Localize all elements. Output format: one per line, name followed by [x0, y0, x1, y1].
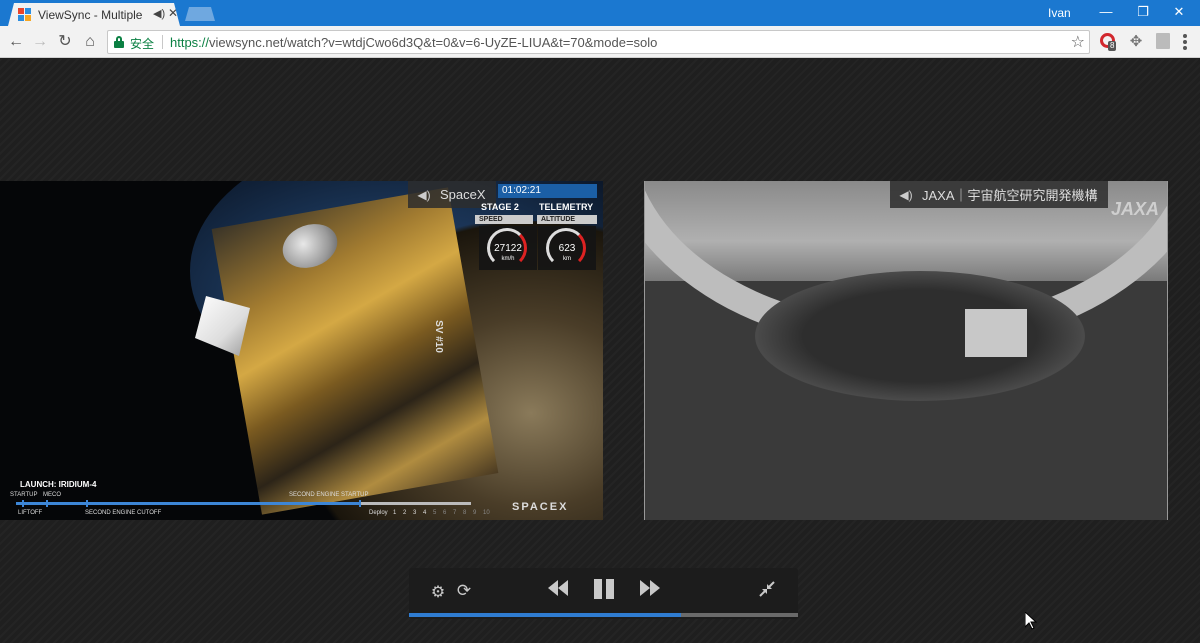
deploy-number: 9 — [473, 510, 477, 516]
satellite-body — [211, 187, 499, 515]
page-viewport: SV #10 ◀) SpaceX 01:02:21 STAGE 2 TELEME… — [0, 59, 1200, 643]
timeline-tick — [359, 500, 361, 507]
title-bar: ViewSync - Multiple ◀) ✕ Ivan — ❐ ✕ — [0, 0, 1200, 26]
speed-label: SPEED — [475, 215, 533, 224]
telemetry-panel: 01:02:21 STAGE 2 TELEMETRY SPEED ALTITUD… — [475, 184, 597, 272]
altitude-value: 623 — [558, 243, 576, 254]
close-tab-icon[interactable]: ✕ — [168, 6, 178, 20]
mission-timeline: STARTUP MECO SECOND ENGINE STARTUP LIFTO… — [0, 489, 490, 520]
url-scheme: https:// — [170, 35, 210, 50]
bookmark-star-icon[interactable]: ☆ — [1071, 32, 1085, 52]
deploy-number: 1 — [393, 510, 397, 516]
altitude-label: ALTITUDE — [537, 215, 597, 224]
mission-clock: 01:02:21 — [498, 184, 597, 198]
reload-button[interactable]: ↻ — [55, 32, 75, 52]
speed-gauge: 27122 km/h — [479, 226, 537, 270]
rewind-icon[interactable] — [545, 577, 571, 604]
timeline-progress — [16, 502, 361, 505]
telemetry-label: TELEMETRY — [539, 202, 594, 212]
home-button[interactable]: ⌂ — [80, 32, 100, 52]
launch-title: LAUNCH: IRIDIUM-4 — [20, 480, 97, 489]
stage-label: STAGE 2 — [481, 202, 519, 212]
timeline-label-deploy: Deploy — [369, 510, 388, 516]
back-button[interactable]: ← — [6, 32, 26, 52]
browser-menu-icon[interactable] — [1183, 34, 1187, 50]
document-extension-icon[interactable] — [1156, 33, 1170, 49]
volume-icon[interactable]: ◀) — [890, 188, 922, 202]
timeline-label-liftoff: LIFTOFF — [18, 510, 43, 516]
timeline-tick — [86, 500, 88, 507]
grapple-fixture — [965, 309, 1027, 357]
satellite-label: SV #10 — [432, 320, 444, 353]
lock-icon — [114, 36, 124, 48]
forward-button[interactable]: → — [30, 32, 50, 52]
altitude-unit: km — [563, 256, 571, 262]
address-bar[interactable]: 安全 https://viewsync.net/watch?v=wtdjCwo6… — [107, 30, 1090, 54]
browser-toolbar: ← → ↻ ⌂ 安全 https://viewsync.net/watch?v=… — [0, 26, 1200, 58]
timeline-tick — [46, 500, 48, 507]
speaker-icon[interactable]: ◀) — [153, 7, 165, 20]
opera-extension-icon[interactable]: 8 — [1100, 33, 1118, 51]
viewsync-favicon-icon — [18, 8, 32, 22]
deploy-number: 4 — [423, 510, 427, 516]
deploy-number: 2 — [403, 510, 407, 516]
collapse-icon[interactable] — [758, 581, 776, 602]
gear-icon[interactable]: ⚙ — [429, 582, 447, 602]
deploy-number: 7 — [453, 510, 457, 516]
url-text[interactable]: https://viewsync.net/watch?v=wtdjCwo6d3Q… — [170, 35, 657, 50]
deploy-number: 8 — [463, 510, 467, 516]
extension-badge: 8 — [1108, 41, 1117, 51]
video-source-tag-jaxa[interactable]: ◀) JAXA｜宇宙航空研究開発機構 — [890, 181, 1108, 208]
speed-value: 27122 — [494, 243, 522, 254]
move-extension-icon[interactable]: ✥ — [1127, 33, 1145, 51]
mouse-cursor-icon — [1025, 612, 1037, 630]
altitude-gauge: 623 km — [538, 226, 596, 270]
playback-progress-bar[interactable] — [409, 613, 798, 617]
video-player-spacex[interactable]: SV #10 ◀) SpaceX 01:02:21 STAGE 2 TELEME… — [0, 181, 603, 520]
deploy-number: 5 — [433, 510, 437, 516]
timeline-label-startup: STARTUP — [10, 492, 38, 498]
speed-unit: km/h — [501, 256, 515, 262]
deploy-number: 10 — [483, 510, 490, 516]
pause-icon[interactable] — [591, 576, 617, 607]
fast-forward-icon[interactable] — [637, 577, 663, 604]
url-path: viewsync.net/watch?v=wtdjCwo6d3Q&t=0&v=6… — [209, 35, 658, 50]
playback-controls: ⚙ ⟳ — [409, 568, 798, 619]
jaxa-logo: JAXA — [1110, 199, 1159, 219]
playback-progress-fill — [409, 613, 682, 617]
secure-label: 安全 — [130, 37, 155, 51]
video-source-label: JAXA｜宇宙航空研究開発機構 — [922, 188, 1098, 203]
close-window-button[interactable]: ✕ — [1156, 0, 1200, 26]
sync-icon[interactable]: ⟳ — [455, 581, 473, 601]
address-separator — [162, 35, 163, 49]
volume-icon[interactable]: ◀) — [408, 188, 440, 202]
deploy-number: 6 — [443, 510, 447, 516]
timeline-tick — [22, 500, 24, 507]
deploy-number: 3 — [413, 510, 417, 516]
tab-title: ViewSync - Multiple — [38, 8, 143, 22]
video-player-jaxa[interactable]: ◀) JAXA｜宇宙航空研究開発機構 JAXA — [644, 181, 1168, 520]
capture-hatch — [755, 271, 1085, 401]
profile-name[interactable]: Ivan — [1048, 6, 1071, 20]
timeline-label-seco: SECOND ENGINE CUTOFF — [85, 510, 162, 516]
timeline-label-meco: MECO — [43, 492, 61, 498]
browser-tab[interactable]: ViewSync - Multiple ◀) ✕ — [8, 3, 180, 26]
spacex-logo: SPACEX — [512, 501, 569, 513]
new-tab-button[interactable] — [185, 7, 215, 21]
timeline-label-second-startup: SECOND ENGINE STARTUP — [289, 492, 369, 498]
